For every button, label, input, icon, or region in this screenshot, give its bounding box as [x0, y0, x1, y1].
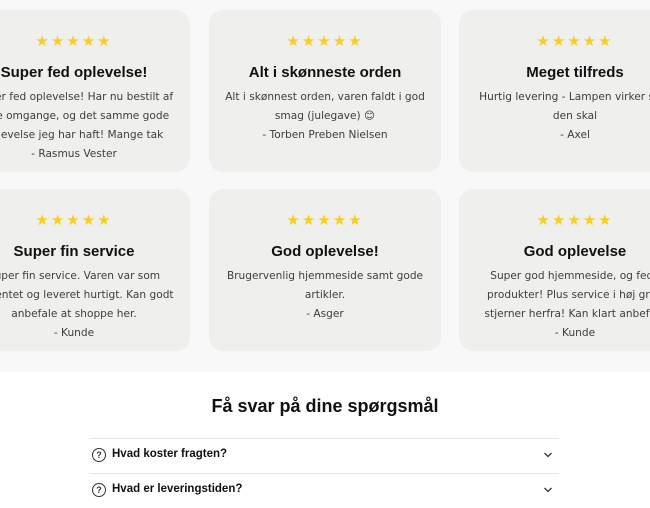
- review-text: Hurtig levering - Lampen virker som den …: [469, 88, 650, 145]
- reviews-section: ★★★★★ Super fed oplevelse! Super fed opl…: [0, 0, 650, 372]
- star-rating: ★★★★★: [35, 211, 113, 229]
- faq-item-shipping-cost[interactable]: ? Hvad koster fragten?: [90, 438, 559, 473]
- review-text: Alt i skønnest orden, varen faldt i god …: [219, 88, 431, 145]
- review-card: ★★★★★ Super fin service Super fin servic…: [0, 189, 190, 351]
- faq-item-delivery-time[interactable]: ? Hvad er leveringstiden?: [90, 473, 559, 508]
- review-author: - Asger: [306, 308, 344, 320]
- review-text: Super fed oplevelse! Har nu bestilt af f…: [0, 88, 180, 164]
- star-rating: ★★★★★: [35, 32, 113, 50]
- star-rating: ★★★★★: [286, 211, 364, 229]
- review-card: ★★★★★ Super fed oplevelse! Super fed opl…: [0, 10, 190, 172]
- star-rating: ★★★★★: [536, 32, 614, 50]
- star-rating: ★★★★★: [286, 32, 364, 50]
- review-title: Super fed oplevelse!: [0, 64, 148, 81]
- review-author: - Torben Preben Nielsen: [262, 129, 388, 141]
- review-author: - Axel: [560, 129, 590, 141]
- review-title: Meget tilfreds: [526, 64, 624, 81]
- chevron-down-icon: [544, 452, 552, 458]
- review-text: Brugervenlig hjemmeside samt gode artikl…: [219, 267, 431, 324]
- review-author: - Kunde: [53, 327, 95, 339]
- faq-heading: Få svar på dine spørgsmål: [211, 396, 439, 416]
- review-title: God oplevelse: [523, 243, 627, 260]
- review-card: ★★★★★ God oplevelse! Brugervenlig hjemme…: [209, 189, 441, 351]
- question-circle-icon: ?: [92, 483, 106, 497]
- review-card: ★★★★★ Alt i skønneste orden Alt i skønne…: [209, 10, 441, 172]
- review-card: ★★★★★ God oplevelse Super god hjemmeside…: [459, 189, 650, 351]
- star-rating: ★★★★★: [536, 211, 614, 229]
- faq-question: Hvad er leveringstiden?: [112, 483, 243, 495]
- review-title: Alt i skønneste orden: [248, 64, 402, 81]
- review-text: Super fin service. Varen var som forvent…: [0, 267, 180, 343]
- question-circle-icon: ?: [92, 448, 106, 462]
- review-author: - Rasmus Vester: [31, 148, 117, 160]
- review-text: Super god hjemmeside, og fede produkter!…: [469, 267, 650, 343]
- review-title: God oplevelse!: [271, 243, 379, 260]
- chevron-down-icon: [544, 487, 552, 493]
- review-title: Super fin service: [13, 243, 135, 260]
- review-card: ★★★★★ Meget tilfreds Hurtig levering - L…: [459, 10, 650, 172]
- faq-question: Hvad koster fragten?: [112, 448, 228, 460]
- review-author: - Kunde: [554, 327, 596, 339]
